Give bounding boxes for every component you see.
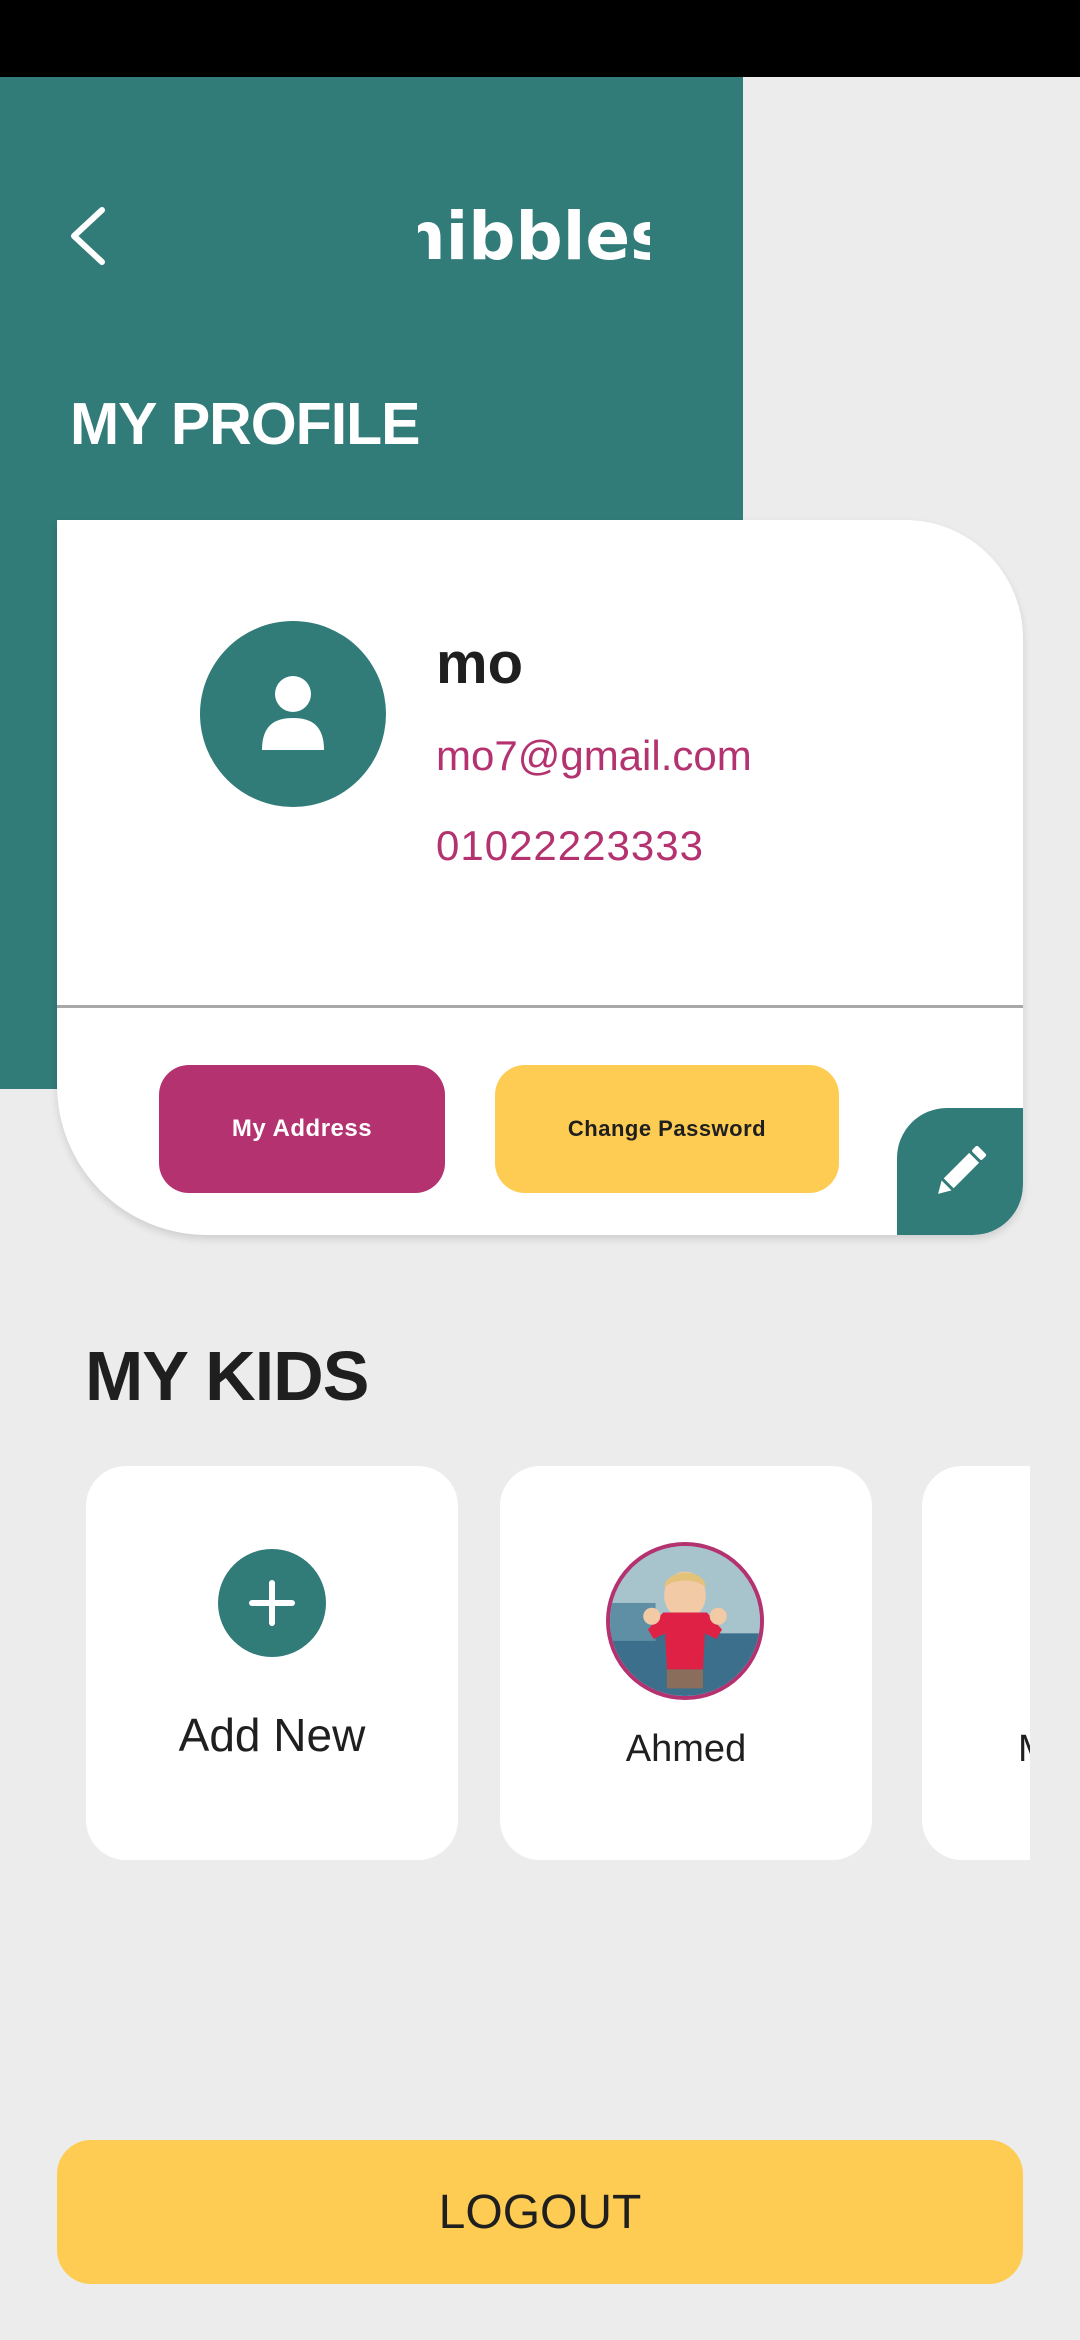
add-kid-button[interactable]: [218, 1549, 326, 1657]
add-new-label: Add New: [178, 1709, 366, 1761]
kid-name: Ahmed: [625, 1728, 747, 1770]
back-button[interactable]: [58, 200, 118, 272]
plus-icon: [249, 1580, 295, 1626]
logo-text: nibbles: [418, 198, 650, 275]
kids-heading: MY KIDS: [85, 1337, 369, 1415]
logout-button[interactable]: LOGOUT: [57, 2140, 1023, 2284]
avatar: [200, 621, 386, 807]
status-bar: [0, 0, 1080, 77]
profile-card: mo mo7@gmail.com 01022223333 My Address …: [57, 520, 1023, 1235]
user-name: mo: [436, 631, 523, 696]
kid-photo: [606, 1542, 764, 1700]
user-phone: 01022223333: [436, 822, 704, 869]
change-password-button[interactable]: Change Password: [495, 1065, 839, 1193]
page-title: MY PROFILE: [70, 391, 421, 457]
edit-profile-button[interactable]: [897, 1108, 1023, 1235]
divider: [57, 1005, 1023, 1008]
kid-card-ahmed[interactable]: Ahmed: [500, 1466, 872, 1860]
my-address-button[interactable]: My Address: [159, 1065, 445, 1193]
child-photo-image: [610, 1546, 760, 1696]
user-icon: [262, 676, 324, 750]
add-kid-card[interactable]: Add New: [86, 1466, 458, 1860]
user-email: mo7@gmail.com: [436, 732, 752, 779]
nibbles-logo: nibbles: [399, 195, 670, 275]
profile-screen: nibbles MY PROFILE mo mo7@gmail.com 0102…: [0, 0, 1080, 2340]
kid-name: M: [1018, 1728, 1030, 1771]
kid-card-partial[interactable]: M: [922, 1466, 1030, 1860]
pencil-icon: [938, 1145, 987, 1194]
kids-list: Add New Ahmed M: [0, 1466, 1030, 1860]
chevron-left-icon: [71, 207, 105, 265]
